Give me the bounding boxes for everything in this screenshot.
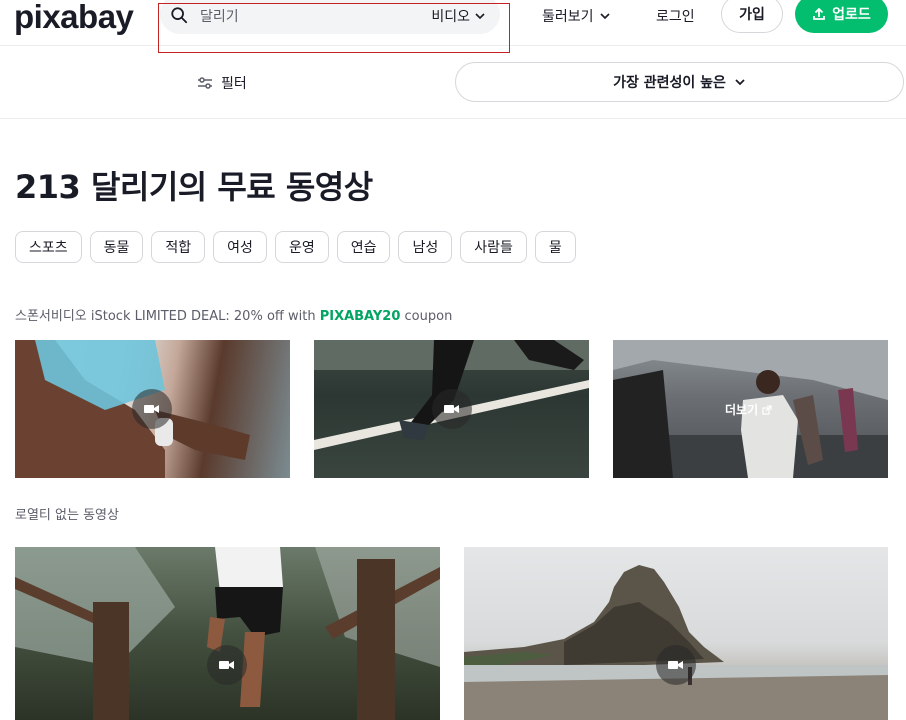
- external-link-icon: [762, 404, 772, 415]
- tag-chip[interactable]: 동물: [89, 231, 144, 263]
- upload-button[interactable]: 업로드: [795, 0, 888, 33]
- tag-chip[interactable]: 연습: [336, 231, 391, 263]
- filter-label: 필터: [221, 76, 247, 92]
- coupon-code[interactable]: PIXABAY20: [320, 309, 401, 324]
- explore-menu[interactable]: 둘러보기: [542, 6, 611, 26]
- video-thumb[interactable]: [15, 547, 440, 720]
- tag-chip[interactable]: 사람들: [460, 231, 527, 263]
- sort-dropdown[interactable]: 가장 관련성이 높은: [455, 62, 904, 102]
- upload-icon: [813, 7, 826, 20]
- chevron-down-icon: [599, 13, 610, 20]
- sponsor-notice: 스폰서비디오 iStock LIMITED DEAL: 20% off with…: [15, 305, 452, 324]
- tag-chip[interactable]: 스포츠: [15, 231, 82, 263]
- login-link[interactable]: 로그인: [656, 6, 695, 26]
- pixabay-logo[interactable]: pixabay: [14, 0, 134, 33]
- video-camera-icon: [668, 661, 683, 669]
- video-badge: [432, 389, 472, 429]
- sponsored-video-thumb[interactable]: [314, 340, 589, 478]
- tag-chip[interactable]: 운영: [274, 231, 329, 263]
- tag-chip[interactable]: 물: [534, 231, 576, 263]
- upload-label: 업로드: [832, 7, 871, 23]
- tag-chip[interactable]: 적합: [151, 231, 206, 263]
- related-tags: 스포츠 동물 적합 여성 운영 연습 남성 사람들 물: [15, 231, 576, 263]
- sponsor-suffix: coupon: [400, 309, 453, 324]
- tag-chip[interactable]: 여성: [213, 231, 267, 263]
- video-camera-icon: [444, 405, 459, 413]
- video-badge: [656, 645, 696, 685]
- sponsored-video-thumb[interactable]: [15, 340, 290, 478]
- video-thumb[interactable]: [464, 547, 888, 720]
- sliders-icon: [198, 77, 212, 89]
- more-link[interactable]: 더보기: [725, 401, 772, 418]
- video-camera-icon: [219, 661, 234, 669]
- video-badge: [132, 389, 172, 429]
- search-highlight-box: [158, 3, 510, 53]
- join-button[interactable]: 가입: [721, 0, 783, 33]
- tag-chip[interactable]: 남성: [398, 231, 453, 263]
- thumb-illustration: [464, 565, 888, 720]
- chevron-down-icon: [735, 79, 745, 86]
- sort-label: 가장 관련성이 높은: [613, 75, 726, 91]
- page-title: 213 달리기의 무료 동영상: [15, 168, 373, 206]
- top-header: pixabay 달리기 비디오 둘러보기 로그인 가입 업로드: [0, 0, 906, 53]
- video-badge: [207, 645, 247, 685]
- thumb-illustration: [15, 547, 440, 720]
- filter-button[interactable]: 필터: [197, 73, 247, 93]
- explore-label: 둘러보기: [542, 9, 594, 25]
- video-camera-icon: [144, 405, 159, 413]
- sponsor-text: 스폰서비디오 iStock LIMITED DEAL: 20% off with: [15, 309, 320, 324]
- filter-bar: 필터 가장 관련성이 높은: [0, 47, 906, 119]
- more-label: 더보기: [725, 403, 759, 417]
- section-label: 로열티 없는 동영상: [15, 508, 119, 523]
- sponsored-video-thumb[interactable]: 더보기: [613, 340, 888, 478]
